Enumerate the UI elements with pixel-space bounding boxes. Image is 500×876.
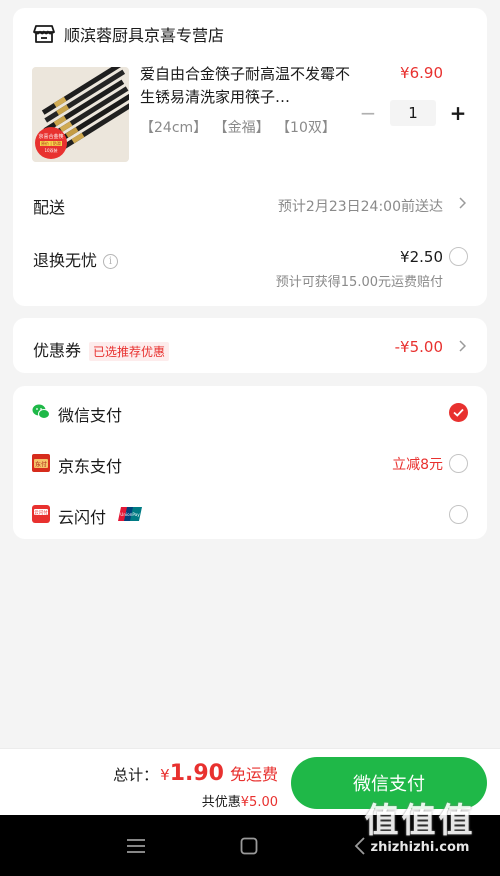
return-service-price: ¥2.50	[400, 248, 443, 266]
unionpay-badge-text: UnionPay	[120, 512, 140, 517]
nav-home-button[interactable]	[209, 815, 289, 876]
wechat-pay-icon	[32, 403, 50, 421]
payment-radio-jd[interactable]	[449, 454, 468, 473]
store-header[interactable]: 顺滨蓉厨具京喜专营店	[33, 22, 224, 46]
saved-value: ¥5.00	[240, 795, 278, 810]
menu-icon	[127, 838, 145, 853]
free-shipping-label: 免运费	[229, 765, 278, 784]
increase-quantity-button[interactable]: +	[446, 101, 470, 125]
total-line: 总计： ¥1.90 免运费	[113, 761, 278, 786]
home-square-icon	[240, 837, 258, 854]
coupon-discount: -¥5.00	[394, 338, 443, 356]
quantity-input[interactable]	[390, 100, 436, 126]
unionpay-badge-icon: UnionPay	[118, 506, 142, 526]
total-saved: 共优惠¥5.00	[202, 791, 278, 810]
chevron-right-icon	[457, 196, 467, 210]
payment-radio-yunshanfu[interactable]	[449, 505, 468, 524]
coupon-label: 优惠券 已选推荐优惠	[33, 337, 170, 361]
product-price: ¥6.90	[400, 64, 443, 82]
store-name: 顺滨蓉厨具京喜专营店	[64, 26, 225, 45]
chopsticks-image: 京喜合金筷 原价 | 防滑 10双装	[32, 67, 129, 162]
payment-label-jd: 京东支付	[58, 457, 123, 476]
payment-option-jd[interactable]: 东付 京东支付 立减8元	[13, 438, 487, 488]
image-badge-line-3: 10双装	[44, 147, 57, 153]
quantity-stepper: − +	[356, 100, 470, 126]
spec-quantity: 【10双】	[276, 120, 336, 136]
payment-promo-jd: 立减8元	[392, 457, 443, 473]
watermark-url: zhizhizhi.com	[370, 840, 470, 855]
return-service-label: 退换无忧 i	[33, 247, 119, 271]
chevron-right-icon	[457, 339, 467, 353]
checkmark-icon	[453, 408, 464, 417]
return-service-note: 预计可获得15.00元运费赔付	[275, 275, 443, 290]
payment-label-wechat: 微信支付	[58, 406, 123, 425]
coupon-tag: 已选推荐优惠	[89, 342, 170, 361]
saved-prefix: 共优惠	[201, 795, 241, 810]
total-value: 1.90	[169, 761, 224, 786]
currency-symbol: ¥	[160, 766, 170, 784]
payment-radio-wechat[interactable]	[449, 403, 468, 422]
coupon-card[interactable]: 优惠券 已选推荐优惠 -¥5.00	[13, 318, 487, 373]
decrease-quantity-button[interactable]: −	[356, 101, 380, 125]
product-specs[interactable]: 【24cm】 【金福】 【10双】	[140, 117, 338, 137]
image-badge-line-1: 京喜合金筷	[38, 133, 63, 140]
image-badge-line-2: 原价 | 防滑	[41, 140, 61, 146]
spec-style: 【金福】	[213, 120, 270, 136]
info-icon[interactable]: i	[103, 254, 119, 269]
yunshanfu-icon-text: 云闪付	[34, 509, 48, 516]
store-icon	[33, 24, 55, 44]
jd-pay-icon-text: 东付	[35, 461, 47, 469]
total-amount: ¥1.90	[160, 761, 224, 786]
nav-menu-button[interactable]	[96, 815, 176, 876]
payment-label-yunshanfu: 云闪付	[58, 508, 107, 527]
delivery-estimate: 预计2月23日24:00前送达	[277, 199, 443, 215]
unionpay-quickpass-icon: 云闪付	[32, 505, 50, 523]
watermark: 值值值 zhizhizhi.com	[350, 793, 490, 855]
payment-option-wechat[interactable]: 微信支付	[13, 387, 487, 437]
return-service-text: 退换无忧	[33, 251, 98, 270]
spec-length: 【24cm】	[140, 120, 208, 136]
coupon-label-text: 优惠券	[33, 341, 82, 360]
product-image[interactable]: 京喜合金筷 原价 | 防滑 10双装	[32, 67, 129, 162]
watermark-logo: 值值值	[364, 801, 476, 841]
order-item-card: 顺滨蓉厨具京喜专营店 京喜合金筷 原价 | 防滑 10双装 爱自由合金筷子耐高温…	[13, 8, 487, 306]
return-service-radio[interactable]	[449, 247, 468, 266]
payment-option-yunshanfu[interactable]: 云闪付 云闪付 UnionPay	[13, 489, 487, 539]
delivery-label: 配送	[33, 198, 66, 217]
jd-pay-icon: 东付	[32, 454, 50, 472]
payment-method-card: 微信支付 东付 京东支付 立减8元 云闪付 云闪付 UnionPay	[13, 386, 487, 539]
product-title[interactable]: 爱自由合金筷子耐高温不发霉不生锈易清洗家用筷子…	[140, 63, 356, 109]
total-label: 总计：	[113, 766, 159, 784]
